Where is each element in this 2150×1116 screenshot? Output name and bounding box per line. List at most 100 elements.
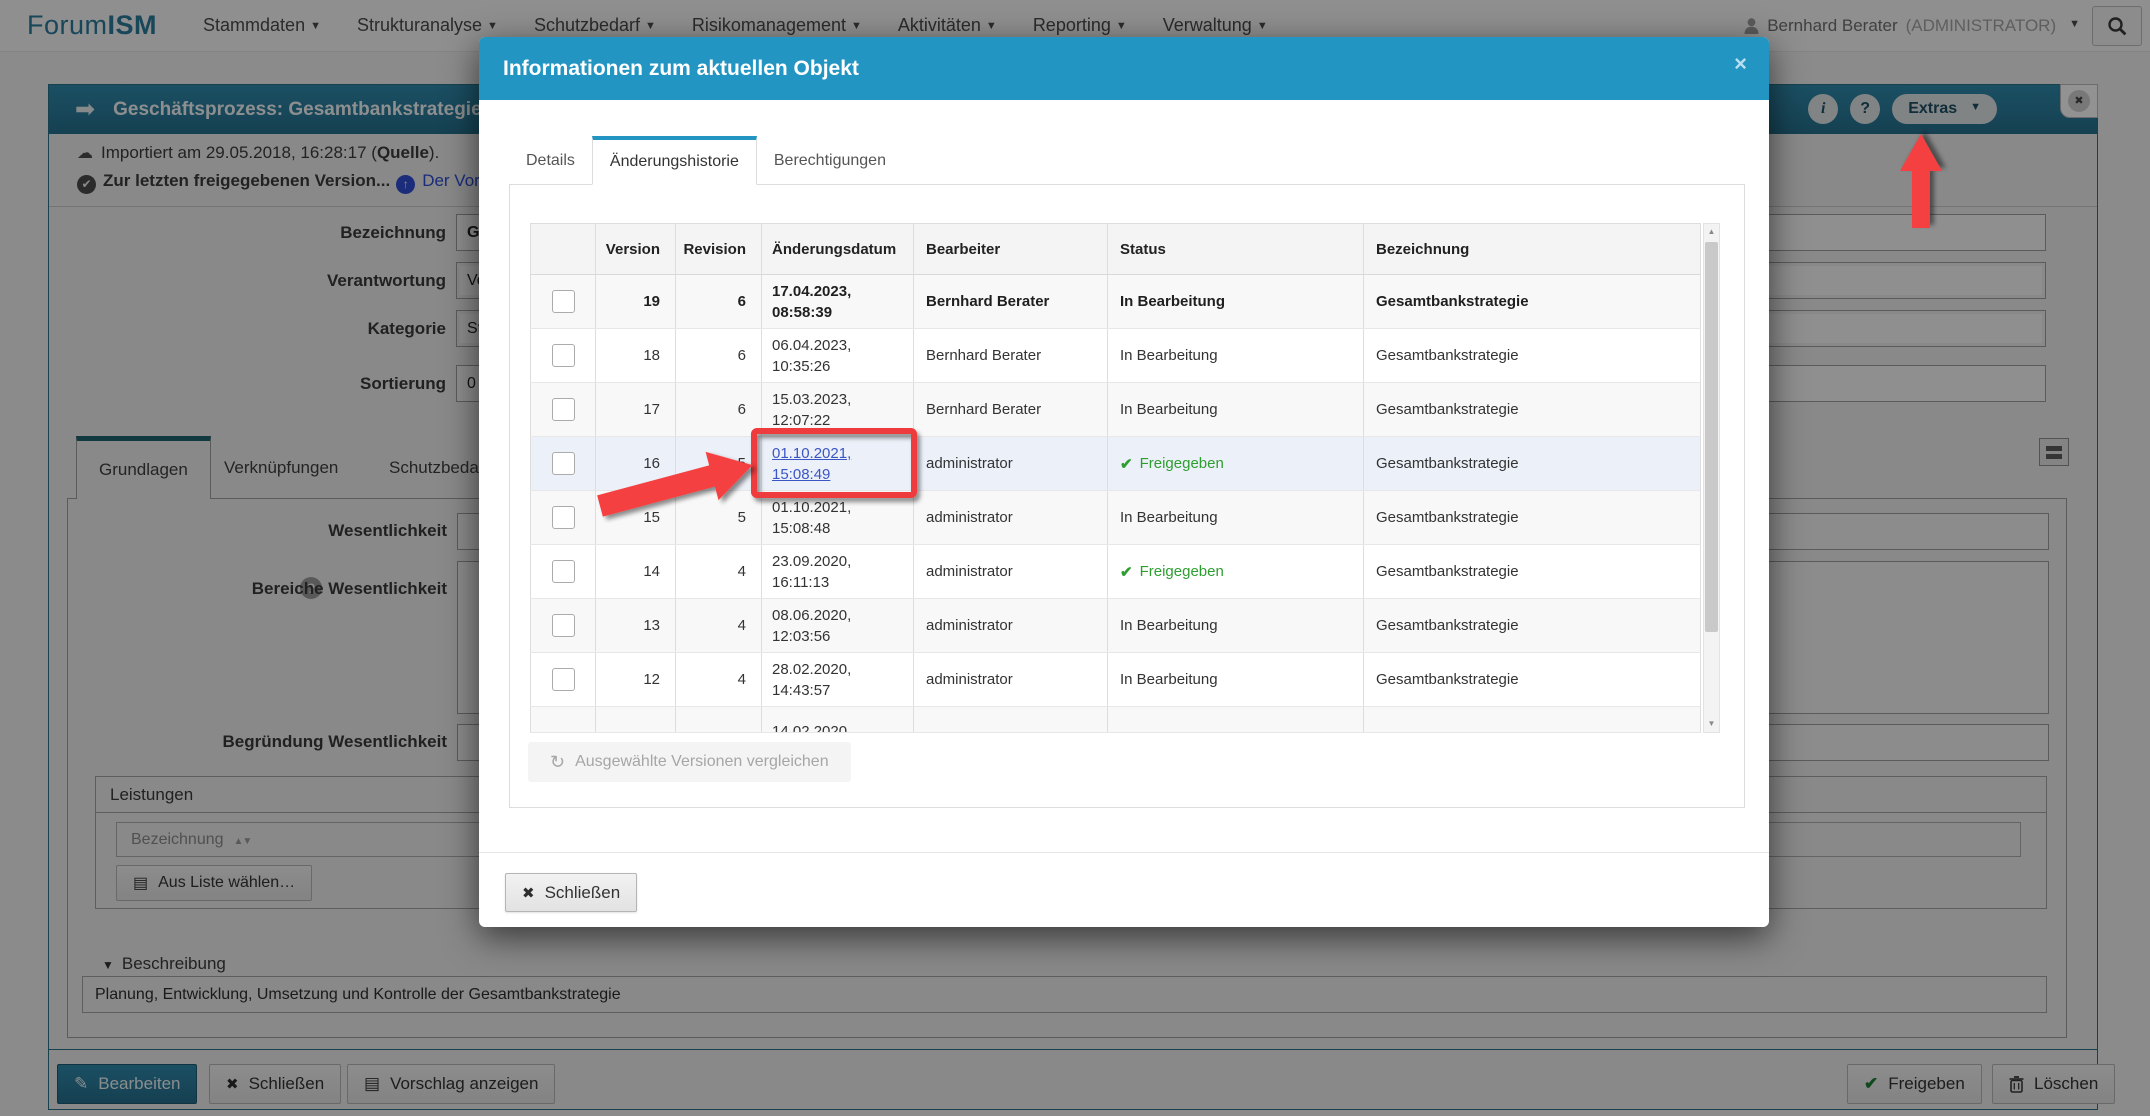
- status-text: In Bearbeitung: [1120, 293, 1226, 310]
- name-cell: Gesamtbankstrategie: [1364, 437, 1701, 490]
- status-cell: In Bearbeitung: [1108, 491, 1364, 544]
- version-date-link[interactable]: 01.10.2021, 15:08:49: [772, 443, 903, 485]
- compare-versions-button[interactable]: ↻ Ausgewählte Versionen vergleichen: [528, 742, 851, 782]
- date-cell: 28.02.2020, 14:43:57: [762, 653, 914, 706]
- date-cell: 17.04.2023, 08:58:39: [762, 275, 914, 328]
- revision-cell: [676, 707, 762, 732]
- editor-cell: administrator: [914, 437, 1108, 490]
- status-cell: In Bearbeitung: [1108, 599, 1364, 652]
- date-cell: 01.10.2021, 15:08:48: [762, 491, 914, 544]
- tab-berechtigungen[interactable]: Berechtigungen: [757, 136, 903, 185]
- version-cell: 14: [596, 545, 676, 598]
- version-cell: 17: [596, 383, 676, 436]
- row-checkbox[interactable]: [551, 290, 575, 313]
- table-row[interactable]: 17 6 15.03.2023, 12:07:22 Bernhard Berater I…: [530, 383, 1701, 437]
- row-checkbox[interactable]: [551, 560, 575, 583]
- status-text: Freigegeben: [1139, 563, 1224, 580]
- editor-cell: Bernhard Berater: [914, 383, 1108, 436]
- date-cell: 01.10.2021, 15:08:49: [762, 437, 914, 490]
- row-checkbox[interactable]: [551, 344, 575, 367]
- header-revision[interactable]: Revision: [676, 224, 762, 274]
- revision-cell: 4: [676, 599, 762, 652]
- name-cell: Gesamtbankstrategie: [1364, 383, 1701, 436]
- status-cell: In Bearbeitung: [1108, 383, 1364, 436]
- modal-tabs: Details Änderungshistorie Berechtigungen: [509, 136, 903, 185]
- name-cell: Gesamtbankstrategie: [1364, 599, 1701, 652]
- date-cell: 15.03.2023, 12:07:22: [762, 383, 914, 436]
- status-text: In Bearbeitung: [1120, 617, 1218, 634]
- table-row[interactable]: 19 6 17.04.2023, 08:58:39 Bernhard Berater I…: [530, 275, 1701, 329]
- check-icon: ✔: [1120, 455, 1133, 473]
- row-checkbox[interactable]: [551, 668, 575, 691]
- table-row[interactable]: 18 6 06.04.2023, 10:35:26 Bernhard Berater I…: [530, 329, 1701, 383]
- header-status[interactable]: Status: [1108, 224, 1364, 274]
- scroll-down-icon[interactable]: ▼: [1704, 716, 1719, 732]
- name-cell: Gesamtbankstrategie: [1364, 491, 1701, 544]
- status-text: In Bearbeitung: [1120, 509, 1218, 526]
- status-cell: ✔ Freigegeben: [1108, 545, 1364, 598]
- editor-cell: [914, 707, 1108, 732]
- status-cell: [1108, 707, 1364, 732]
- table-header-row: Version Revision Änderungsdatum Bearbeit…: [530, 223, 1701, 275]
- version-cell: 12: [596, 653, 676, 706]
- tab-details[interactable]: Details: [509, 136, 592, 185]
- table-row[interactable]: 14 4 23.09.2020, 16:11:13 administrator ✔ Fre…: [530, 545, 1701, 599]
- version-cell: 18: [596, 329, 676, 382]
- editor-cell: administrator: [914, 599, 1108, 652]
- table-row[interactable]: 13 4 08.06.2020, 12:03:56 administrator In B…: [530, 599, 1701, 653]
- row-checkbox[interactable]: [551, 506, 575, 529]
- revision-cell: 4: [676, 653, 762, 706]
- version-date: 17.04.2023, 08:58:39: [772, 282, 852, 321]
- status-cell: In Bearbeitung: [1108, 275, 1364, 328]
- table-row-partial[interactable]: 14.02.2020: [530, 707, 1701, 733]
- header-aenderungsdatum[interactable]: Änderungsdatum: [762, 224, 914, 274]
- date-cell: 14.02.2020: [762, 707, 914, 732]
- row-select-cell: [530, 437, 596, 490]
- table-row[interactable]: 12 4 28.02.2020, 14:43:57 administrator In B…: [530, 653, 1701, 707]
- row-checkbox[interactable]: [551, 452, 575, 475]
- name-cell: [1364, 707, 1701, 732]
- refresh-icon: ↻: [550, 751, 566, 772]
- modal-title: Informationen zum aktuellen Objekt: [503, 56, 859, 80]
- header-version[interactable]: Version: [596, 224, 676, 274]
- header-bearbeiter[interactable]: Bearbeiter: [914, 224, 1108, 274]
- status-cell: ✔ Freigegeben: [1108, 437, 1364, 490]
- revision-cell: 6: [676, 383, 762, 436]
- revision-cell: 5: [676, 491, 762, 544]
- scroll-up-icon[interactable]: ▲: [1704, 224, 1719, 240]
- version-cell: [596, 707, 676, 732]
- modal-close-icon[interactable]: ×: [1734, 53, 1747, 75]
- editor-cell: Bernhard Berater: [914, 275, 1108, 328]
- version-date: 08.06.2020, 12:03:56: [772, 606, 852, 645]
- scrollbar-thumb[interactable]: [1705, 242, 1718, 632]
- table-row[interactable]: 15 5 01.10.2021, 15:08:48 administrator In B…: [530, 491, 1701, 545]
- version-date: 01.10.2021, 15:08:48: [772, 498, 852, 537]
- name-cell: Gesamtbankstrategie: [1364, 653, 1701, 706]
- status-text: In Bearbeitung: [1120, 347, 1218, 364]
- table-scrollbar[interactable]: ▲ ▼: [1703, 223, 1720, 733]
- date-cell: 06.04.2023, 10:35:26: [762, 329, 914, 382]
- name-cell: Gesamtbankstrategie: [1364, 275, 1701, 328]
- version-date: 23.09.2020, 16:11:13: [772, 552, 852, 591]
- editor-cell: administrator: [914, 491, 1108, 544]
- revision-cell: 6: [676, 275, 762, 328]
- version-cell: 16: [596, 437, 676, 490]
- status-cell: In Bearbeitung: [1108, 329, 1364, 382]
- editor-cell: Bernhard Berater: [914, 329, 1108, 382]
- revision-cell: 5: [676, 437, 762, 490]
- revision-cell: 6: [676, 329, 762, 382]
- row-select-cell: [530, 491, 596, 544]
- row-select-cell: [530, 599, 596, 652]
- header-bezeichnung[interactable]: Bezeichnung: [1364, 224, 1701, 274]
- row-select-cell: [530, 545, 596, 598]
- version-cell: 15: [596, 491, 676, 544]
- row-checkbox[interactable]: [551, 398, 575, 421]
- modal-close-button[interactable]: ✖ Schließen: [505, 873, 638, 912]
- date-cell: 08.06.2020, 12:03:56: [762, 599, 914, 652]
- table-row[interactable]: 16 5 01.10.2021, 15:08:49 administrator ✔ Fre…: [530, 437, 1701, 491]
- check-icon: ✔: [1120, 563, 1133, 581]
- history-tab-content: Version Revision Änderungsdatum Bearbeit…: [509, 184, 1745, 808]
- row-checkbox[interactable]: [551, 614, 575, 637]
- version-date: 28.02.2020, 14:43:57: [772, 660, 852, 699]
- tab-aenderungshistorie[interactable]: Änderungshistorie: [591, 136, 757, 185]
